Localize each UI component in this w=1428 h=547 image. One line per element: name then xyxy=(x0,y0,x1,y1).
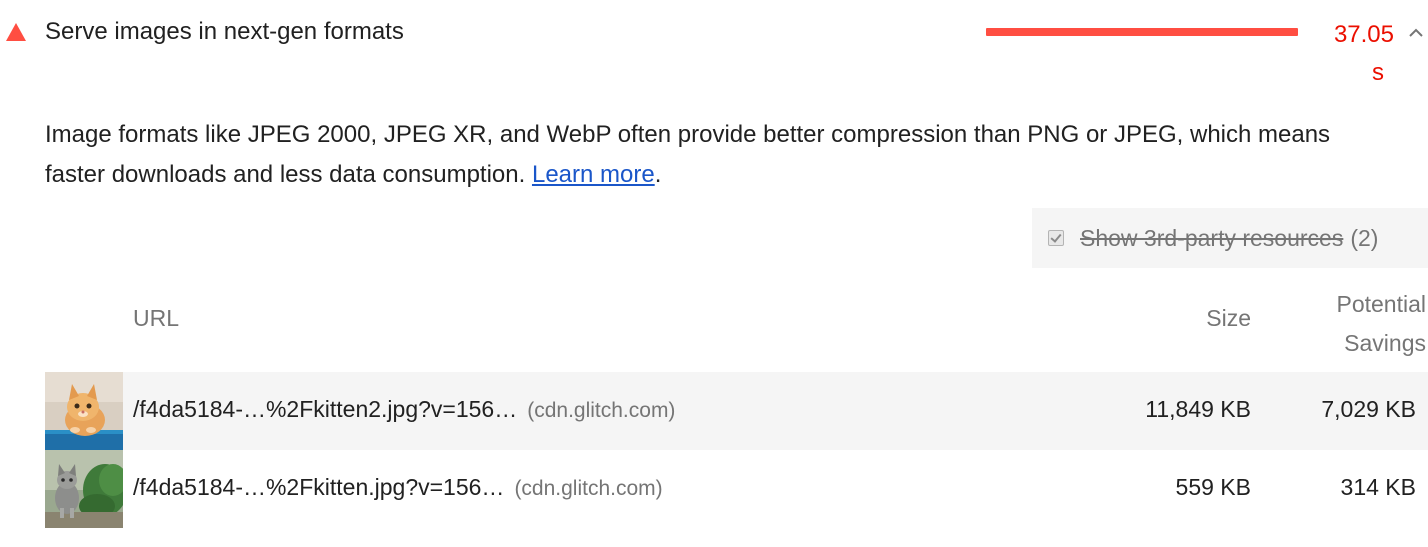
description-end: . xyxy=(654,161,662,188)
url-cell[interactable]: /f4da5184-…%2Fkitten.jpg?v=156… (cdn.glit… xyxy=(133,474,663,501)
header-size: Size xyxy=(1206,305,1251,331)
table-row[interactable]: /f4da5184-…%2Fkitten2.jpg?v=156… (cdn.gli… xyxy=(45,372,1428,450)
orange-kitten-icon xyxy=(45,372,123,450)
size-cell: 11,849 KB xyxy=(1145,396,1251,422)
chevron-up-icon[interactable] xyxy=(1408,26,1424,38)
savings-value: 37.05 s xyxy=(1310,16,1394,92)
url-origin: (cdn.glitch.com) xyxy=(514,477,663,500)
savings-cell: 7,029 KB xyxy=(1321,396,1416,422)
table-header: URL Size Potential Savings xyxy=(0,280,1428,360)
third-party-filter[interactable]: Show 3rd-party resources (2) xyxy=(1032,208,1428,268)
audit-panel: Serve images in next-gen formats 37.05 s… xyxy=(0,0,1428,547)
third-party-count: (2) xyxy=(1350,224,1379,251)
savings-bar xyxy=(986,28,1298,36)
url-cell[interactable]: /f4da5184-…%2Fkitten2.jpg?v=156… (cdn.gli… xyxy=(133,396,675,423)
fail-triangle-icon xyxy=(6,23,26,41)
audit-title[interactable]: Serve images in next-gen formats xyxy=(45,16,404,48)
url-origin: (cdn.glitch.com) xyxy=(527,399,676,422)
learn-more-link[interactable]: Learn more xyxy=(532,161,655,188)
header-url: URL xyxy=(133,305,180,331)
size-cell: 559 KB xyxy=(1175,474,1251,500)
third-party-label[interactable]: Show 3rd-party resources xyxy=(1080,225,1343,252)
gray-kitten-icon xyxy=(45,450,123,528)
savings-unit: s xyxy=(1372,59,1384,86)
table-row[interactable]: /f4da5184-…%2Fkitten.jpg?v=156… (cdn.glit… xyxy=(45,450,1428,528)
savings-number: 37.05 xyxy=(1333,21,1394,48)
header-savings: Potential Savings xyxy=(1336,291,1426,356)
third-party-checkbox[interactable] xyxy=(1048,230,1064,246)
savings-cell: 314 KB xyxy=(1340,474,1416,500)
url-text[interactable]: /f4da5184-…%2Fkitten.jpg?v=156… xyxy=(133,474,504,500)
url-text[interactable]: /f4da5184-…%2Fkitten2.jpg?v=156… xyxy=(133,396,517,422)
description-text: Image formats like JPEG 2000, JPEG XR, a… xyxy=(45,121,1331,188)
audit-description: Image formats like JPEG 2000, JPEG XR, a… xyxy=(45,115,1385,195)
